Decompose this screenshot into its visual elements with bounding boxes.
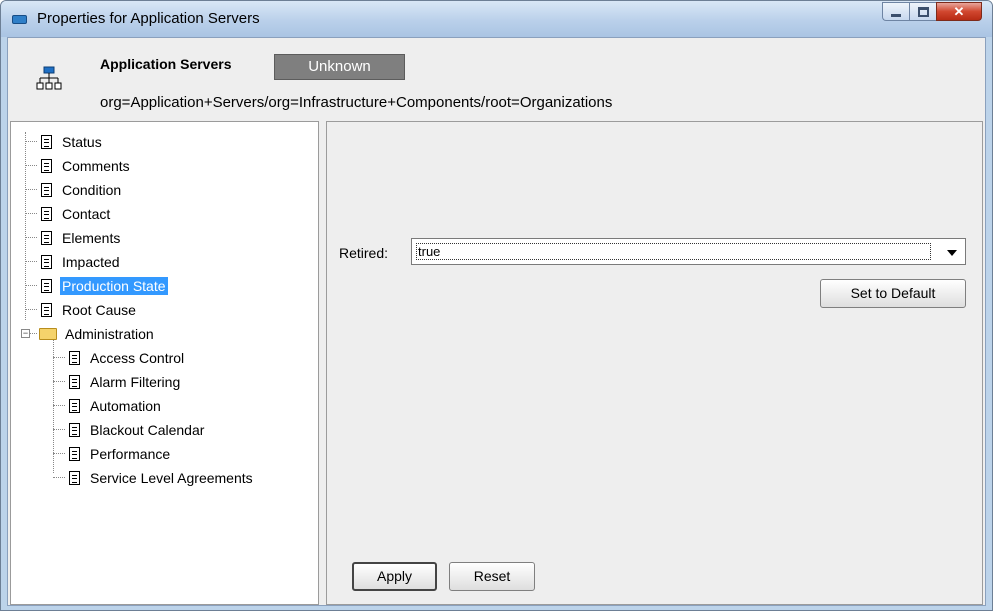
tree-branch [30, 333, 37, 334]
tree-item-label: Production State [60, 277, 168, 296]
tree-item-automation[interactable]: Automation [69, 395, 163, 415]
object-header: Application Servers Unknown org=Applicat… [8, 38, 985, 120]
collapse-toggle[interactable]: − [21, 329, 30, 338]
tree-item-blackout-calendar[interactable]: Blackout Calendar [69, 419, 206, 439]
tree-branch [25, 189, 37, 190]
retired-select[interactable]: true [411, 238, 966, 265]
document-icon [69, 399, 80, 414]
tree-item-condition[interactable]: Condition [41, 179, 123, 199]
tree-item-label: Root Cause [62, 302, 136, 319]
tree-branch [53, 381, 65, 382]
maximize-button[interactable] [909, 2, 936, 21]
document-icon [41, 231, 52, 246]
tree-branch [25, 309, 37, 310]
document-icon [41, 183, 52, 198]
tree-branch [25, 165, 37, 166]
tree-item-access-control[interactable]: Access Control [69, 347, 186, 367]
tree-item-label: Contact [62, 206, 111, 223]
tree-item-root-cause[interactable]: Root Cause [41, 299, 138, 319]
tree-folder-administration[interactable]: Administration [39, 323, 156, 343]
folder-icon [39, 328, 57, 341]
tree-item-production-state[interactable]: Production State [41, 275, 168, 296]
chevron-down-icon [947, 250, 957, 256]
tree-branch [53, 405, 65, 406]
tree-item-label: Administration [65, 326, 154, 343]
tree-item-label: Automation [90, 398, 161, 415]
tree-branch [53, 429, 65, 430]
tree-item-performance[interactable]: Performance [69, 443, 172, 463]
tree-branch [53, 357, 65, 358]
window-controls: ✕ [882, 2, 982, 21]
tree-branch [25, 261, 37, 262]
document-icon [69, 423, 80, 438]
document-icon [41, 135, 52, 150]
tree-branch [25, 285, 37, 286]
document-icon [41, 255, 52, 270]
set-to-default-button[interactable]: Set to Default [820, 279, 966, 308]
tree-item-label: Service Level Agreements [90, 470, 253, 487]
document-icon [69, 351, 80, 366]
minimize-button[interactable] [882, 2, 909, 21]
tree-item-alarm-filtering[interactable]: Alarm Filtering [69, 371, 182, 391]
document-icon [69, 447, 80, 462]
tree-branch [53, 477, 65, 478]
document-icon [41, 159, 52, 174]
tree-branch [25, 141, 37, 142]
window-title: Properties for Application Servers [37, 10, 260, 27]
tree-branch [25, 213, 37, 214]
document-icon [41, 303, 52, 318]
tree-item-label: Performance [90, 446, 171, 463]
retired-label: Retired: [339, 245, 389, 261]
property-editor-panel: Retired: true Set to Default Apply Reset [326, 121, 983, 605]
window-icon [12, 15, 27, 24]
tree-item-comments[interactable]: Comments [41, 155, 132, 175]
document-icon [41, 207, 52, 222]
close-button[interactable]: ✕ [936, 2, 982, 21]
tree-item-label: Access Control [90, 350, 185, 367]
properties-tree: Status Comments Condition Contact Elemen… [10, 121, 319, 605]
document-icon [69, 375, 80, 390]
tree-item-contact[interactable]: Contact [41, 203, 112, 223]
status-badge: Unknown [274, 54, 405, 80]
tree-item-label: Status [62, 134, 102, 151]
tree-item-elements[interactable]: Elements [41, 227, 122, 247]
organization-tree-icon [36, 66, 62, 90]
tree-branch [25, 237, 37, 238]
tree-item-label: Comments [62, 158, 130, 175]
close-icon: ✕ [953, 4, 965, 19]
object-path: org=Application+Servers/org=Infrastructu… [100, 94, 613, 111]
document-icon [41, 279, 52, 294]
tree-item-service-level-agreements[interactable]: Service Level Agreements [69, 467, 255, 487]
properties-window: Properties for Application Servers ✕ App… [0, 0, 993, 611]
title-bar[interactable]: Properties for Application Servers ✕ [1, 1, 992, 37]
object-name: Application Servers [100, 56, 232, 72]
tree-item-label: Condition [62, 182, 122, 199]
tree-item-impacted[interactable]: Impacted [41, 251, 122, 271]
apply-button[interactable]: Apply [352, 562, 437, 591]
tree-item-label: Elements [62, 230, 121, 247]
tree-item-label: Alarm Filtering [90, 374, 181, 391]
document-icon [69, 471, 80, 486]
tree-item-label: Blackout Calendar [90, 422, 205, 439]
tree-branch [53, 453, 65, 454]
window-client: Application Servers Unknown org=Applicat… [7, 37, 986, 606]
tree-item-status[interactable]: Status [41, 131, 104, 151]
tree-connector [25, 132, 26, 320]
reset-button[interactable]: Reset [449, 562, 535, 591]
tree-item-label: Impacted [62, 254, 120, 271]
retired-select-value: true [416, 243, 931, 260]
